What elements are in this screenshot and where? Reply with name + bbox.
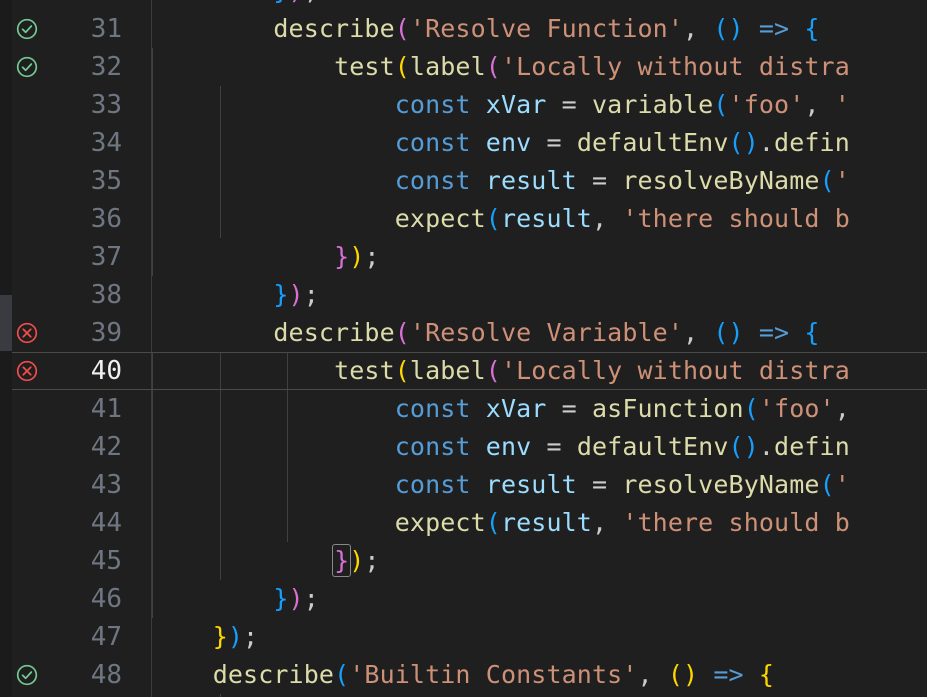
gutter-line[interactable]: 30 xyxy=(0,0,927,10)
gutter-line[interactable]: 41 xyxy=(0,390,927,428)
line-number[interactable]: 48 xyxy=(0,656,122,694)
line-number[interactable]: 33 xyxy=(0,86,122,124)
line-number[interactable]: 43 xyxy=(0,466,122,504)
gutter-line[interactable]: 40 xyxy=(0,352,927,390)
gutter-line[interactable]: 35 xyxy=(0,162,927,200)
line-number[interactable]: 41 xyxy=(0,390,122,428)
overview-ruler[interactable] xyxy=(0,0,12,697)
gutter-line[interactable]: 36 xyxy=(0,200,927,238)
line-number[interactable]: 36 xyxy=(0,200,122,238)
line-number[interactable]: 42 xyxy=(0,428,122,466)
line-number[interactable]: 32 xyxy=(0,48,122,86)
gutter-line[interactable]: 45 xyxy=(0,542,927,580)
gutter-line[interactable]: 37 xyxy=(0,238,927,276)
code-editor[interactable]: }); describe('Resolve Function', () => {… xyxy=(0,0,927,697)
gutter-line[interactable]: 43 xyxy=(0,466,927,504)
gutter-line[interactable]: 42 xyxy=(0,428,927,466)
line-number[interactable]: 45 xyxy=(0,542,122,580)
gutter-line[interactable]: 33 xyxy=(0,86,927,124)
gutter-line[interactable]: 48 xyxy=(0,656,927,694)
gutter-line[interactable]: 44 xyxy=(0,504,927,542)
line-number[interactable]: 30 xyxy=(0,0,122,10)
line-number[interactable]: 37 xyxy=(0,238,122,276)
gutter-lines[interactable]: 3031323334353637383940414243444546474849 xyxy=(0,0,927,697)
gutter-line[interactable]: 31 xyxy=(0,10,927,48)
gutter-line[interactable]: 34 xyxy=(0,124,927,162)
gutter-line[interactable]: 38 xyxy=(0,276,927,314)
line-number[interactable]: 46 xyxy=(0,580,122,618)
line-number[interactable]: 40 xyxy=(0,352,122,390)
gutter-line[interactable]: 39 xyxy=(0,314,927,352)
line-number[interactable]: 31 xyxy=(0,10,122,48)
gutter-line[interactable]: 32 xyxy=(0,48,927,86)
line-number[interactable]: 38 xyxy=(0,276,122,314)
line-number[interactable]: 34 xyxy=(0,124,122,162)
overview-ruler-marker[interactable] xyxy=(0,295,12,351)
line-number[interactable]: 35 xyxy=(0,162,122,200)
gutter-line[interactable]: 47 xyxy=(0,618,927,656)
line-number[interactable]: 39 xyxy=(0,314,122,352)
line-number[interactable]: 47 xyxy=(0,618,122,656)
gutter-line[interactable]: 46 xyxy=(0,580,927,618)
line-number[interactable]: 44 xyxy=(0,504,122,542)
